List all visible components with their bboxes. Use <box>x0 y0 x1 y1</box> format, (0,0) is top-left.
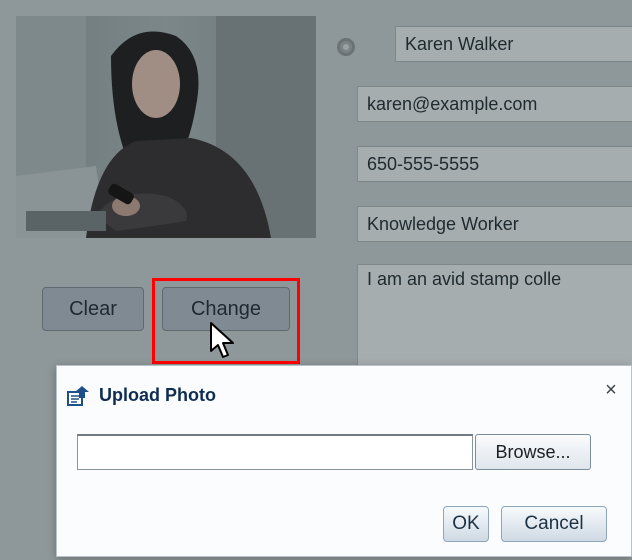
email-field: karen@example.com <box>357 86 632 122</box>
close-icon[interactable]: × <box>599 378 623 402</box>
name-field: Karen Walker <box>395 26 632 62</box>
clear-photo-button: Clear <box>42 287 144 331</box>
job-title-field: Knowledge Worker <box>357 206 632 242</box>
phone-field: 650-555-5555 <box>357 146 632 182</box>
upload-photo-dialog: Upload Photo × Browse... OK Cancel <box>56 365 632 557</box>
mouse-pointer-icon <box>210 322 234 358</box>
browse-button[interactable]: Browse... <box>475 434 591 470</box>
dialog-title: Upload Photo <box>67 383 216 407</box>
profile-photo <box>16 16 316 238</box>
upload-icon <box>67 386 89 406</box>
status-radio-icon <box>337 38 355 56</box>
file-path-input[interactable] <box>77 434 473 470</box>
dialog-title-text: Upload Photo <box>99 384 216 405</box>
cancel-button[interactable]: Cancel <box>501 506 607 542</box>
ok-button[interactable]: OK <box>443 506 489 542</box>
